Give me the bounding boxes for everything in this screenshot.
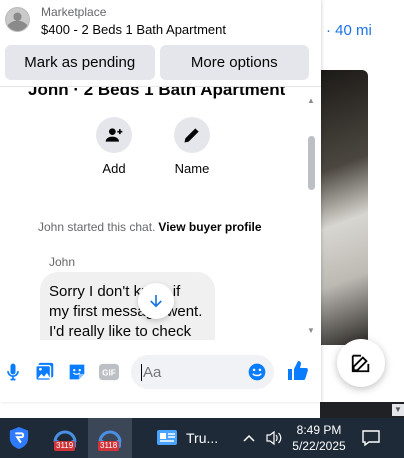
message-input[interactable]: [141, 364, 236, 381]
listing-distance: · 40 mi: [326, 22, 372, 39]
chat-started-notice: John started this chat. View buyer profil…: [38, 220, 262, 234]
taskbar-app-headset-1[interactable]: 3119: [44, 418, 86, 458]
taskbar-app-security[interactable]: [0, 418, 38, 458]
quick-actions: Add Name: [90, 117, 216, 176]
message-list[interactable]: John · 2 Beds 1 Bath Apartment Add Name …: [0, 87, 321, 340]
add-label: Add: [102, 161, 126, 176]
chat-started-text: John started this chat.: [38, 220, 156, 234]
like-icon: [288, 361, 308, 380]
notifications-button[interactable]: [361, 418, 381, 458]
taskbar-badge: 3119: [54, 441, 76, 451]
add-people-button[interactable]: Add: [90, 117, 138, 176]
microphone-icon: [7, 363, 19, 381]
message-line: Sorry I don't know if: [49, 283, 181, 300]
taskbar-app-tru[interactable]: Tru...: [156, 418, 226, 458]
volume-icon: [266, 430, 282, 446]
chat-panel: Marketplace $400 - 2 Beds 1 Bath Apartme…: [0, 0, 321, 402]
scroll-to-bottom-button[interactable]: [138, 283, 174, 319]
message-bubble[interactable]: Sorry I don't know if my first message w…: [40, 272, 215, 340]
listing-actions: Mark as pending More options: [5, 45, 309, 81]
avatar[interactable]: [5, 7, 30, 32]
taskbar: 3119 3118 Tru... 8:49 PM 5/22/2025: [0, 418, 404, 458]
volume-button[interactable]: [265, 418, 283, 458]
header-title: $400 - 2 Beds 1 Bath Apartment: [41, 22, 227, 37]
sticker-icon: [69, 364, 85, 380]
taskbar-badge: 3118: [98, 441, 120, 451]
scroll-down-arrow[interactable]: ▼: [307, 326, 315, 335]
view-buyer-profile-link[interactable]: View buyer profile: [158, 220, 261, 234]
show-hidden-icons-button[interactable]: [242, 418, 256, 458]
svg-text:GIF: GIF: [102, 369, 116, 378]
compose-icon: [351, 354, 370, 373]
chat-scrollbar[interactable]: ▲ ▼: [306, 96, 318, 338]
page-scroll-down-arrow[interactable]: ▼: [392, 404, 404, 416]
notification-icon: [362, 430, 380, 447]
emoji-icon: [248, 363, 266, 381]
message-line: I'd really like to check: [49, 323, 192, 340]
sender-name: John: [49, 255, 76, 269]
scroll-thumb[interactable]: [308, 136, 315, 190]
gif-icon: GIF: [99, 363, 119, 381]
gif-button[interactable]: GIF: [97, 360, 121, 384]
taskbar-app-label: Tru...: [186, 430, 219, 446]
taskbar-app-headset-2[interactable]: 3118: [88, 418, 132, 458]
new-message-button[interactable]: [337, 339, 385, 387]
arrow-down-icon: [150, 295, 162, 308]
composer: GIF: [0, 340, 321, 402]
sticker-button[interactable]: [65, 360, 89, 384]
clock-date: 5/22/2025: [292, 439, 346, 453]
name-label: Name: [174, 161, 210, 176]
shield-app-icon: [9, 427, 29, 449]
message-line: my first message went.: [49, 303, 203, 320]
voice-clip-button[interactable]: [1, 360, 25, 384]
photo-icon: [35, 362, 54, 381]
message-input-box[interactable]: [131, 355, 274, 389]
header-subtitle: Marketplace: [41, 5, 107, 19]
add-person-icon: [105, 128, 123, 142]
name-chat-button[interactable]: Name: [168, 117, 216, 176]
taskbar-clock[interactable]: 8:49 PM 5/22/2025: [292, 422, 346, 454]
chevron-up-icon: [243, 434, 255, 442]
chat-header[interactable]: Marketplace $400 - 2 Beds 1 Bath Apartme…: [0, 0, 321, 44]
conversation-title: John · 2 Beds 1 Bath Apartment: [28, 87, 286, 99]
emoji-button[interactable]: [247, 362, 267, 382]
clock-time: 8:49 PM: [296, 423, 342, 437]
id-card-app-icon: [157, 430, 177, 445]
mark-pending-button[interactable]: Mark as pending: [5, 45, 155, 80]
more-options-button[interactable]: More options: [159, 45, 309, 80]
attach-photo-button[interactable]: [33, 360, 57, 384]
like-button[interactable]: [286, 359, 310, 383]
scroll-up-arrow[interactable]: ▲: [307, 96, 315, 105]
pencil-icon: [184, 128, 199, 143]
listing-photo: [320, 70, 368, 345]
